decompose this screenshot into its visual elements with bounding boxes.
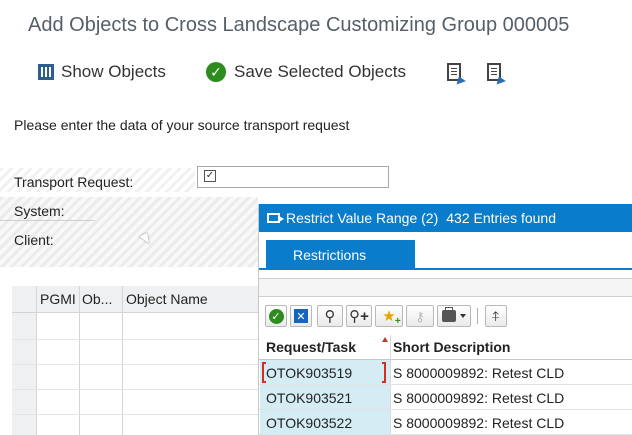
- column-header-request-task[interactable]: Request/Task: [266, 339, 356, 355]
- instruction-text: Please enter the data of your source tra…: [14, 117, 350, 133]
- toolbar-separator: [477, 308, 478, 324]
- page-title: Add Objects to Cross Landscape Customizi…: [28, 14, 570, 36]
- restrictions-collapsed-area: [259, 278, 632, 297]
- dialog-titlebar[interactable]: Restrict Value Range (2) 432 Entries fou…: [259, 204, 632, 232]
- column-header-object-type[interactable]: Ob...: [82, 291, 112, 307]
- column-header-object-name[interactable]: Object Name: [126, 291, 208, 307]
- chevron-down-icon: [460, 314, 466, 318]
- dialog-title: Restrict Value Range (2): [286, 210, 439, 226]
- table-row[interactable]: OTOK903522 S 8000009892: Retest CLD: [259, 410, 632, 435]
- required-checkbox-icon: ✓: [204, 170, 216, 182]
- focus-bracket-left: [262, 362, 266, 383]
- check-circle-icon: ✓: [206, 62, 226, 82]
- search-next-icon: ⚲+: [349, 307, 369, 325]
- description-cell: S 8000009892: Retest CLD: [393, 390, 565, 406]
- request-cell: OTOK903521: [266, 390, 353, 406]
- add-favorite-button[interactable]: ★: [375, 305, 403, 327]
- entries-found-text: 432 Entries found: [446, 210, 556, 226]
- table-row[interactable]: OTOK903521 S 8000009892: Retest CLD: [259, 385, 632, 410]
- transport-request-input[interactable]: ✓: [197, 166, 389, 188]
- key-button[interactable]: ⚷: [406, 305, 434, 327]
- column-header-short-description[interactable]: Short Description: [393, 339, 510, 355]
- window-icon: [267, 213, 284, 223]
- column-divider: [122, 286, 123, 435]
- row-divider: [12, 414, 258, 415]
- sort-indicator-icon: [382, 337, 388, 342]
- ok-button[interactable]: ✓: [265, 305, 287, 327]
- request-cell: OTOK903519: [266, 365, 353, 381]
- show-objects-label: Show Objects: [61, 62, 166, 81]
- document-export-icon[interactable]: [447, 63, 461, 81]
- save-selected-objects-label: Save Selected Objects: [234, 62, 406, 81]
- save-selected-objects-button[interactable]: ✓ Save Selected Objects: [206, 62, 406, 82]
- cancel-icon: ✕: [294, 309, 308, 323]
- list-icon: [38, 64, 54, 80]
- search-next-button[interactable]: ⚲+: [346, 305, 372, 327]
- description-cell: S 8000009892: Retest CLD: [393, 365, 565, 381]
- system-divider: [0, 220, 95, 221]
- main-toolbar: Show Objects ✓ Save Selected Objects: [0, 52, 632, 96]
- column-header-pgmi[interactable]: PGMI: [40, 291, 76, 307]
- request-cell: OTOK903522: [266, 415, 353, 431]
- object-table-header: PGMI Ob... Object Name: [12, 286, 258, 313]
- document-import-icon[interactable]: [487, 63, 501, 81]
- cancel-button[interactable]: ✕: [290, 305, 312, 327]
- system-label: System:: [14, 203, 65, 219]
- transport-request-label: Transport Request:: [14, 174, 134, 190]
- object-table: PGMI Ob... Object Name: [12, 286, 258, 435]
- add-favorite-icon: ★: [382, 309, 401, 327]
- row-divider: [12, 364, 258, 365]
- print-button[interactable]: [437, 305, 471, 327]
- sort-button[interactable]: ⍏: [485, 305, 507, 327]
- focus-bracket-right: [382, 362, 386, 383]
- search-icon: ⚲: [324, 307, 336, 325]
- client-label: Client:: [14, 232, 54, 248]
- results-table: Request/Task Short Description OTOK90351…: [259, 335, 632, 435]
- tab-underline: [259, 268, 632, 270]
- column-divider: [36, 286, 37, 435]
- table-row[interactable]: OTOK903519 S 8000009892: Retest CLD: [259, 360, 632, 385]
- restrict-value-range-dialog: Restrict Value Range (2) 432 Entries fou…: [259, 204, 632, 435]
- sort-icon: ⍏: [491, 308, 501, 324]
- dialog-tab-strip: Restrictions: [259, 232, 632, 270]
- column-divider: [79, 286, 80, 435]
- tab-restrictions[interactable]: Restrictions: [266, 240, 415, 270]
- ok-icon: ✓: [268, 308, 284, 324]
- row-selector-column[interactable]: [12, 313, 36, 435]
- dialog-toolbar: ✓ ✕ ⚲ ⚲+ ★ ⚷ ⍏: [259, 301, 632, 331]
- row-divider: [12, 339, 258, 340]
- show-objects-button[interactable]: Show Objects: [38, 62, 166, 82]
- row-divider: [12, 389, 258, 390]
- print-icon: [442, 307, 456, 322]
- key-icon: ⚷: [415, 308, 425, 324]
- search-button[interactable]: ⚲: [317, 305, 343, 327]
- description-cell: S 8000009892: Retest CLD: [393, 415, 565, 431]
